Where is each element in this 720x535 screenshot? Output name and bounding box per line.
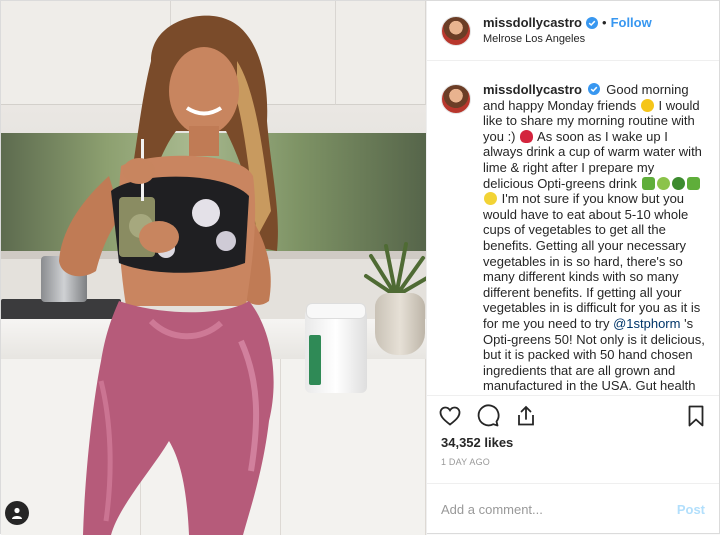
- comment-input[interactable]: [441, 502, 669, 517]
- save-button[interactable]: [683, 403, 709, 429]
- post-header: missdollycastro • Follow Melrose Los Ang…: [427, 1, 719, 61]
- action-bar: [427, 395, 719, 435]
- bookmark-icon: [688, 405, 704, 426]
- header-username[interactable]: missdollycastro: [483, 15, 582, 31]
- post-comment-button[interactable]: Post: [677, 502, 705, 517]
- comment-button[interactable]: [475, 403, 501, 429]
- verified-icon: [586, 16, 598, 29]
- post-caption: missdollycastro Good morning and happy M…: [483, 82, 705, 395]
- heart-emoji-icon: [520, 129, 534, 143]
- like-button[interactable]: [437, 403, 463, 429]
- comment-icon: [477, 403, 500, 426]
- broccoli-emoji-icon: [671, 176, 685, 190]
- caption-username[interactable]: missdollycastro: [483, 82, 582, 97]
- verified-icon: [587, 83, 600, 95]
- heart-icon: [439, 406, 461, 426]
- location-link[interactable]: Melrose Los Angeles: [483, 31, 652, 47]
- likes-count[interactable]: 34,352 likes: [427, 435, 719, 457]
- post-sidebar: missdollycastro • Follow Melrose Los Ang…: [426, 1, 719, 535]
- cucumber-emoji-icon: [641, 176, 655, 190]
- follow-button[interactable]: Follow: [611, 15, 652, 31]
- avatar[interactable]: [441, 15, 471, 46]
- post-dialog: missdollycastro • Follow Melrose Los Ang…: [0, 0, 720, 535]
- share-icon: [518, 405, 534, 425]
- caption-text: I'm not sure if you know but you would h…: [483, 191, 701, 331]
- cucumber-emoji-icon: [686, 176, 700, 190]
- post-photo[interactable]: [1, 1, 426, 535]
- post-timestamp[interactable]: 1 day ago: [427, 457, 719, 483]
- mention-link[interactable]: @1stphorm: [613, 316, 680, 331]
- user-tag-icon: [12, 507, 22, 519]
- comments-area: missdollycastro Good morning and happy M…: [427, 61, 719, 395]
- sun-emoji-icon: [640, 98, 654, 112]
- lemon-emoji-icon: [484, 192, 497, 206]
- user-tag-button[interactable]: [5, 501, 29, 525]
- photo-woman: [59, 15, 278, 535]
- avatar[interactable]: [441, 84, 471, 114]
- apple-emoji-icon: [656, 176, 670, 190]
- comment-form: Post: [427, 483, 719, 535]
- share-button[interactable]: [513, 403, 539, 429]
- separator-dot: •: [602, 14, 607, 30]
